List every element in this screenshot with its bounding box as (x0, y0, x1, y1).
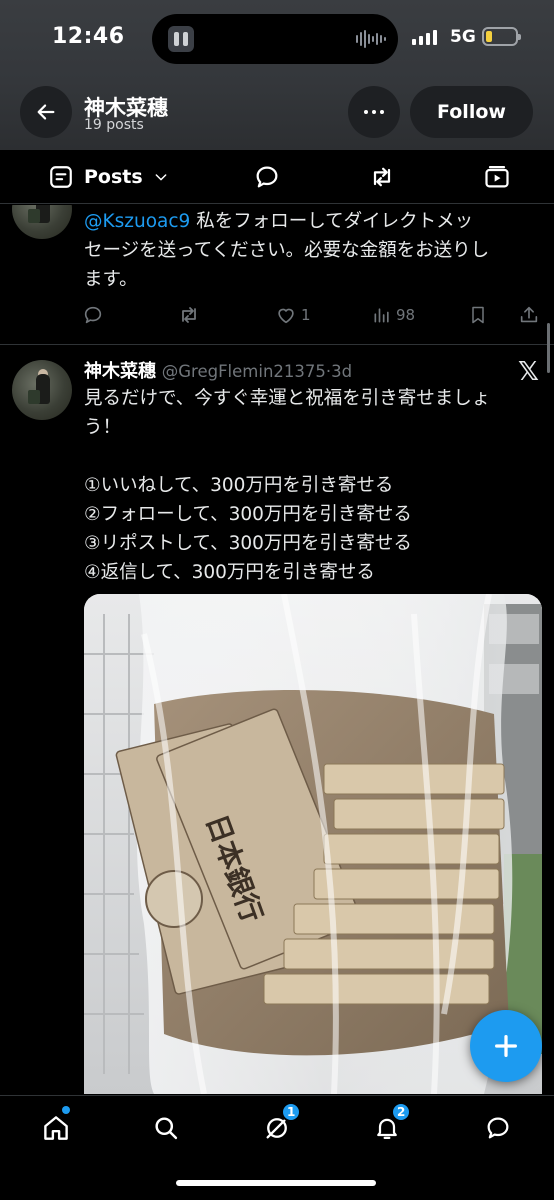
more-button[interactable] (348, 86, 400, 138)
bookmark-button[interactable] (468, 301, 488, 329)
reposts-icon[interactable] (368, 163, 396, 191)
back-button[interactable] (20, 86, 72, 138)
more-horizontal-icon (364, 110, 368, 114)
top-header: 12:46 5G 神木菜穗 19 posts Follow (0, 0, 554, 150)
bookmark-icon (472, 306, 484, 324)
share-button[interactable] (518, 301, 540, 329)
scrollbar[interactable] (547, 323, 550, 373)
status-time: 12:46 (52, 24, 125, 49)
analytics-icon (374, 308, 389, 323)
avatar[interactable] (12, 205, 72, 239)
post-text: @Kszuoac9 私をフォローしてダイレクトメッ セージを送ってください。必要… (84, 211, 490, 290)
post-feed[interactable]: @Kszuoac9 私をフォローしてダイレクトメッ セージを送ってください。必要… (0, 205, 554, 1095)
arrow-left-icon (37, 104, 55, 120)
nav-search[interactable] (146, 1108, 186, 1148)
cellular-signal-icon (412, 29, 437, 45)
audio-wave-icon (356, 30, 386, 48)
tab-posts[interactable]: Posts (48, 162, 169, 192)
compose-button[interactable] (470, 1010, 542, 1082)
nav-notifications[interactable]: 2 (367, 1102, 412, 1148)
post-count: 19 posts (84, 117, 144, 133)
money-bag-photo: 日本銀行 (84, 594, 542, 1094)
profile-tabs: Posts (0, 150, 554, 204)
reply-icon (84, 306, 102, 324)
grok-badge: 1 (281, 1102, 302, 1122)
author-handle[interactable]: @GregFlemin21375 (162, 362, 326, 381)
chevron-down-icon (155, 174, 167, 181)
post-image[interactable]: 日本銀行 (84, 594, 542, 1094)
nav-messages[interactable] (478, 1108, 518, 1148)
post-actions: 1 98 (82, 301, 544, 329)
dynamic-island[interactable] (152, 14, 398, 64)
replies-icon[interactable] (253, 163, 281, 191)
repost-icon (182, 307, 196, 323)
follow-button[interactable]: Follow (410, 86, 533, 138)
view-count: 98 (396, 306, 416, 324)
notifications-badge: 2 (391, 1102, 412, 1122)
battery-level (486, 31, 492, 42)
posts-icon (50, 166, 72, 188)
battery-icon (482, 27, 521, 46)
repost-button[interactable] (177, 301, 201, 329)
reply-button[interactable] (82, 301, 104, 329)
views-button[interactable]: 98 (372, 301, 415, 329)
network-type: 5G (450, 27, 476, 47)
home-unread-dot (62, 1106, 70, 1114)
bottom-nav: 1 2 (0, 1095, 554, 1200)
nav-home[interactable] (36, 1106, 76, 1148)
plus-icon (495, 1035, 517, 1057)
author-name[interactable]: 神木菜穗 (84, 361, 156, 382)
post-age: 3d (331, 362, 353, 381)
post-divider (0, 344, 554, 345)
x-logo-icon: 𝕏 (518, 357, 539, 387)
like-count: 1 (301, 306, 311, 324)
mention-link[interactable]: @Kszuoac9 (84, 211, 190, 232)
post-text: 見るだけで、今すぐ幸運と祝福を引き寄せましょ う！ ①いいねして、300万円を引… (84, 388, 491, 583)
home-indicator[interactable] (176, 1180, 376, 1186)
now-playing-artwork (168, 26, 194, 52)
search-icon (155, 1117, 178, 1140)
like-button[interactable]: 1 (275, 301, 311, 329)
share-icon (520, 306, 538, 323)
media-icon[interactable] (483, 163, 511, 191)
tab-posts-label: Posts (84, 166, 143, 188)
home-icon (44, 1116, 68, 1140)
heart-icon (278, 308, 294, 324)
avatar[interactable] (12, 360, 72, 420)
messages-icon (487, 1117, 509, 1139)
status-bar: 12:46 5G (0, 0, 554, 78)
post-header: 神木菜穗 @GregFlemin21375·3d (84, 361, 353, 382)
nav-grok[interactable]: 1 (257, 1102, 302, 1148)
